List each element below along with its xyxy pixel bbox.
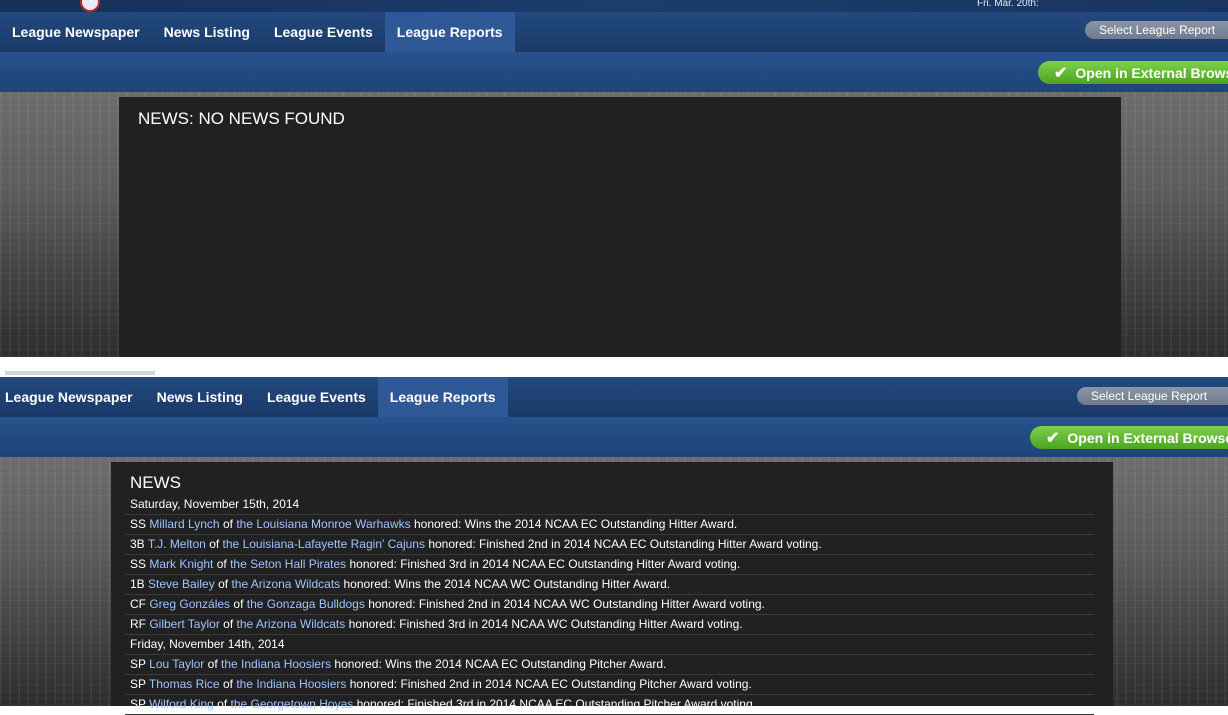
player-link[interactable]: T.J. Melton	[148, 537, 206, 551]
news-item: SS Millard Lynch of the Louisiana Monroe…	[125, 515, 1094, 535]
open-external-label: Open in External Browser	[1067, 429, 1228, 446]
player-link[interactable]: Steve Bailey	[148, 577, 215, 591]
tab-league-events[interactable]: League Events	[255, 377, 378, 417]
panel-title: NEWS: NO NEWS FOUND	[138, 109, 345, 128]
news-date: Friday, November 14th, 2014	[125, 635, 1094, 655]
news-item: RF Gilbert Taylor of the Arizona Wildcat…	[125, 615, 1094, 635]
team-link[interactable]: the Indiana Hoosiers	[221, 657, 331, 671]
news-text: honored: Wins the 2014 NCAA EC Outstandi…	[334, 657, 667, 671]
team-link[interactable]: the Arizona Wildcats	[237, 617, 346, 631]
news-text: honored: Finished 2nd in 2014 NCAA WC Ou…	[368, 597, 765, 611]
news-item: SS Mark Knight of the Seton Hall Pirates…	[125, 555, 1094, 575]
external-bar-top: ✔ Open in External Browser	[0, 52, 1228, 92]
news-position: SS	[130, 557, 147, 571]
team-link[interactable]: the Louisiana-Lafayette Ragin' Cajuns	[223, 537, 425, 551]
tab-league-reports[interactable]: League Reports	[384, 12, 515, 52]
tab-league-newspaper[interactable]: League Newspaper	[0, 377, 145, 417]
team-link[interactable]: the Arizona Wildcats	[231, 577, 340, 591]
news-position: SS	[130, 517, 147, 531]
news-of: of	[218, 577, 229, 591]
news-item: 3B T.J. Melton of the Louisiana-Lafayett…	[125, 535, 1094, 555]
news-of: of	[217, 697, 228, 711]
open-external-browser-button[interactable]: ✔ Open in External Browser	[1030, 426, 1228, 449]
separator	[0, 357, 1228, 377]
open-external-browser-button[interactable]: ✔ Open in External Browser	[1038, 61, 1228, 84]
report-select-value: Select League Report	[1091, 389, 1208, 403]
news-of: of	[233, 597, 244, 611]
tab-news-listing[interactable]: News Listing	[152, 12, 262, 52]
news-text: honored: Finished 2nd in 2014 NCAA EC Ou…	[349, 677, 752, 691]
team-link[interactable]: the Seton Hall Pirates	[230, 557, 346, 571]
tab-league-reports[interactable]: League Reports	[377, 377, 508, 417]
news-item: SP Lou Taylor of the Indiana Hoosiers ho…	[125, 655, 1094, 675]
news-of: of	[209, 537, 220, 551]
news-text: honored: Finished 3rd in 2014 NCAA EC Ou…	[349, 557, 741, 571]
player-link[interactable]: Greg Gonzáles	[149, 597, 230, 611]
team-link[interactable]: the Indiana Hoosiers	[236, 677, 346, 691]
news-position: 3B	[130, 537, 145, 551]
news-of: of	[207, 657, 218, 671]
team-link[interactable]: the Georgetown Hoyas	[231, 697, 354, 711]
tab-bar-top: League Newspaper News Listing League Eve…	[0, 12, 1228, 52]
report-select-value: Select League Report	[1099, 23, 1216, 37]
league-logo-icon	[80, 0, 100, 12]
news-item: SP Wilford King of the Georgetown Hoyas …	[125, 695, 1094, 715]
news-list: Saturday, November 15th, 2014 SS Millard…	[125, 495, 1094, 715]
report-select[interactable]: Select League Report	[1085, 21, 1228, 39]
report-select[interactable]: Select League Report ▾	[1077, 387, 1228, 405]
news-item: CF Greg Gonzáles of the Gonzaga Bulldogs…	[125, 595, 1094, 615]
news-panel-empty: NEWS: NO NEWS FOUND	[119, 97, 1121, 357]
tab-bar-bottom: League Newspaper News Listing League Eve…	[0, 377, 1228, 417]
player-link[interactable]: Mark Knight	[149, 557, 213, 571]
external-bar-bottom: ✔ Open in External Browser	[0, 417, 1228, 457]
tab-league-newspaper[interactable]: League Newspaper	[0, 12, 152, 52]
news-of: of	[223, 617, 234, 631]
news-position: 1B	[130, 577, 145, 591]
check-icon: ✔	[1046, 429, 1060, 447]
news-panel: NEWS Saturday, November 15th, 2014 SS Mi…	[111, 462, 1113, 715]
check-icon: ✔	[1054, 64, 1068, 82]
player-link[interactable]: Wilford King	[149, 697, 214, 711]
news-position: RF	[130, 617, 146, 631]
player-link[interactable]: Gilbert Taylor	[149, 617, 219, 631]
panel-title: NEWS	[130, 473, 181, 492]
news-text: honored: Finished 2nd in 2014 NCAA EC Ou…	[428, 537, 822, 551]
news-text: honored: Finished 3rd in 2014 NCAA EC Ou…	[356, 697, 756, 711]
news-position: SP	[130, 697, 146, 711]
header-strip: Fri. Mar. 20th:	[0, 0, 1228, 12]
player-link[interactable]: Thomas Rice	[149, 677, 220, 691]
news-text: honored: Wins the 2014 NCAA WC Outstandi…	[343, 577, 671, 591]
header-date: Fri. Mar. 20th:	[977, 0, 1039, 9]
player-link[interactable]: Millard Lynch	[149, 517, 219, 531]
news-of: of	[222, 677, 233, 691]
player-link[interactable]: Lou Taylor	[149, 657, 204, 671]
team-link[interactable]: the Louisiana Monroe Warhawks	[236, 517, 410, 531]
news-item: 1B Steve Bailey of the Arizona Wildcats …	[125, 575, 1094, 595]
news-position: SP	[130, 657, 146, 671]
news-of: of	[216, 557, 227, 571]
news-text: honored: Wins the 2014 NCAA EC Outstandi…	[413, 517, 738, 531]
team-link[interactable]: the Gonzaga Bulldogs	[247, 597, 365, 611]
tab-league-events[interactable]: League Events	[262, 12, 385, 52]
news-of: of	[222, 517, 233, 531]
open-external-label: Open in External Browser	[1075, 64, 1228, 81]
news-date: Saturday, November 15th, 2014	[125, 495, 1094, 515]
news-text: honored: Finished 3rd in 2014 NCAA WC Ou…	[348, 617, 743, 631]
separator-line	[5, 371, 155, 375]
news-item: SP Thomas Rice of the Indiana Hoosiers h…	[125, 675, 1094, 695]
news-position: CF	[130, 597, 146, 611]
tab-news-listing[interactable]: News Listing	[145, 377, 255, 417]
news-position: SP	[130, 677, 146, 691]
